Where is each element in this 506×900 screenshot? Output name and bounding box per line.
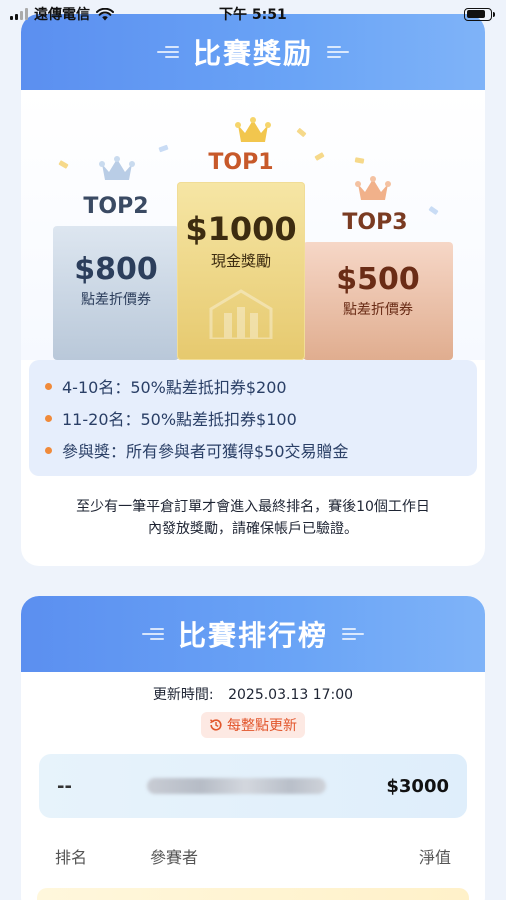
tier-item: 參與獎：所有參與者可獲得$50交易贈金 [45, 434, 461, 466]
rank-label-top2: TOP2 [83, 194, 149, 219]
update-time-value: 2025.03.13 17:00 [228, 687, 354, 703]
tier-rewards-list: 4-10名：50%點差抵扣券$200 11-20名：50%點差抵扣券$100 參… [29, 360, 477, 476]
leaderboard-card: 比賽排行榜 更新時間: 2025.03.13 17:00 每整點更新 -- $3… [21, 596, 485, 900]
rank-label-top1: TOP1 [208, 150, 274, 175]
column-rank: 排名 [55, 848, 88, 867]
confetti [58, 160, 69, 169]
reward-note-line2: 內發放獎勵，請確保帳戶已驗證。 [148, 521, 358, 537]
confetti [314, 152, 325, 161]
confetti [296, 127, 307, 138]
rank-label-top3: TOP3 [342, 210, 408, 235]
history-clock-icon [210, 719, 222, 731]
reward-card: 比賽獎励 TOP2 TOP1 TOP3 $800 點差折價券 $500 點差折價… [21, 14, 485, 566]
reward-note-line1: 至少有一筆平倉訂單才會進入最終排名，賽後10個工作日 [76, 499, 430, 515]
prize-amount-top3: $500 [336, 262, 420, 297]
podium-area: TOP2 TOP1 TOP3 $800 點差折價券 $500 點差折價券 $10… [21, 90, 485, 360]
header-decoration-right [327, 46, 349, 58]
update-time-row: 更新時間: 2025.03.13 17:00 [21, 684, 485, 704]
gold-crown-icon [235, 117, 271, 142]
confetti [354, 157, 365, 164]
header-decoration-left [156, 46, 179, 58]
my-net-value: $3000 [386, 775, 449, 797]
building-watermark-icon [209, 289, 273, 339]
bronze-crown-icon [355, 176, 391, 200]
tier-item: 4-10名：50%點差抵扣券$200 [45, 370, 461, 402]
table-row [37, 888, 469, 900]
silver-crown-icon [99, 156, 135, 180]
reward-note: 至少有一筆平倉訂單才會進入最終排名，賽後10個工作日 內發放獎勵，請確保帳戶已驗… [21, 476, 485, 540]
bullet-dot [45, 446, 52, 454]
podium-top2: $800 點差折價券 [53, 226, 179, 360]
tier-text: 參與獎：所有參與者可獲得$50交易贈金 [62, 442, 349, 461]
my-ranking-row: -- $3000 [39, 754, 467, 818]
header-decoration-left [141, 628, 164, 640]
bullet-dot [45, 414, 52, 422]
tier-text: 4-10名：50%點差抵扣券$200 [62, 378, 287, 397]
update-time-label: 更新時間: [152, 687, 214, 703]
podium-top1: $1000 現金獎勵 [177, 182, 305, 360]
wifi-icon [96, 7, 114, 20]
leaderboard-header: 比賽排行榜 [21, 596, 485, 672]
leaderboard-title: 比賽排行榜 [177, 619, 328, 652]
leaderboard-table-header: 排名 參賽者 淨值 [55, 844, 451, 868]
prize-desc-top3: 點差折價券 [343, 302, 413, 318]
header-decoration-right [342, 628, 364, 640]
tier-item: 11-20名：50%點差抵扣券$100 [45, 402, 461, 434]
prize-amount-top2: $800 [74, 252, 158, 287]
refresh-badge-text: 每整點更新 [227, 718, 297, 734]
prize-desc-top2: 點差折價券 [81, 292, 151, 308]
battery-icon [464, 7, 495, 21]
status-bar: 遠傳電信 下午 5:51 [0, 0, 506, 28]
clock: 下午 5:51 [219, 7, 287, 23]
tier-text: 11-20名：50%點差抵扣券$100 [62, 410, 297, 429]
my-rank: -- [57, 775, 72, 797]
status-left: 遠傳電信 [10, 4, 114, 24]
prize-amount-top1: $1000 [185, 210, 297, 248]
my-account-blurred [147, 778, 327, 794]
column-net-value: 淨值 [418, 848, 451, 867]
bullet-dot [45, 382, 52, 390]
prize-desc-top1: 現金獎勵 [210, 252, 271, 270]
podium-top3: $500 點差折價券 [303, 242, 453, 360]
signal-icon [10, 8, 28, 20]
carrier-name: 遠傳電信 [34, 7, 90, 23]
column-participant: 參賽者 [150, 848, 199, 867]
confetti [158, 144, 169, 153]
refresh-badge: 每整點更新 [201, 712, 305, 738]
reward-title: 比賽獎励 [192, 37, 313, 70]
